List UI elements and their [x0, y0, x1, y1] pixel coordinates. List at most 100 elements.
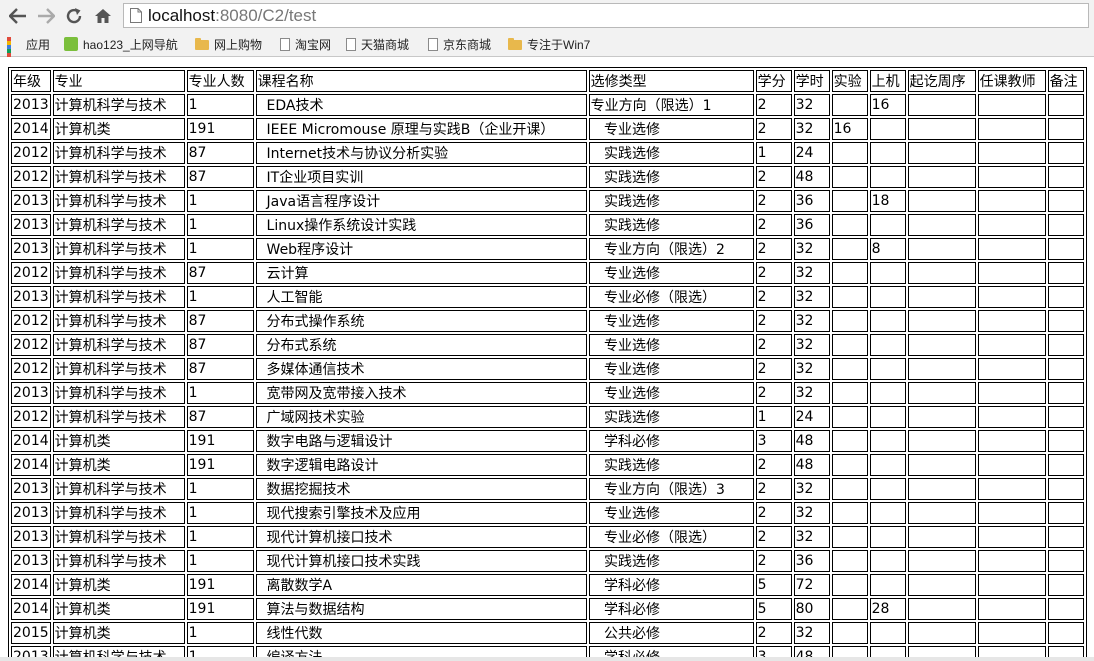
cell-teacher: [977, 94, 1046, 116]
cell-major: 计算机科学与技术: [52, 238, 185, 260]
cell-grade: 2014: [11, 574, 51, 596]
bookmark-label: 专注于Win7: [527, 37, 591, 52]
bookmark-win7[interactable]: 专注于Win7: [508, 35, 590, 53]
cell-grade: 2012: [11, 358, 51, 380]
cell-computer: [869, 430, 906, 452]
cell-course-name: Linux操作系统设计实践: [255, 214, 587, 236]
page-icon: [280, 37, 290, 51]
cell-elective-type: 学科必修: [588, 430, 754, 452]
cell-hours: 32: [793, 118, 830, 140]
cell-computer: [869, 262, 906, 284]
bookmark-taobao[interactable]: 淘宝网: [280, 35, 331, 53]
cell-elective-type: 学科必修: [588, 598, 754, 620]
cell-weeks: [907, 286, 976, 308]
hao123-icon: [64, 37, 78, 51]
cell-computer: [869, 526, 906, 548]
cell-teacher: [977, 118, 1046, 140]
cell-major: 计算机科学与技术: [52, 166, 185, 188]
cell-elective-type: 专业选修: [588, 118, 754, 140]
cell-course-name: 数字逻辑电路设计: [255, 454, 587, 476]
cell-computer: [869, 334, 906, 356]
cell-remarks: [1047, 334, 1084, 356]
cell-remarks: [1047, 262, 1084, 284]
bookmark-label: 淘宝网: [295, 37, 332, 52]
cell-course-name: Java语言程序设计: [255, 190, 587, 212]
bookmarks-bar: 应用 hao123_上网导航 网上购物 淘宝网 天猫商城 京东商城 专注于Win…: [0, 32, 1094, 73]
cell-weeks: [907, 454, 976, 476]
cell-remarks: [1047, 190, 1084, 212]
cell-remarks: [1047, 478, 1084, 500]
cell-lab: [831, 550, 868, 572]
cell-lab: 16: [831, 118, 868, 140]
cell-computer: [869, 502, 906, 524]
cell-major-count: 191: [186, 430, 254, 452]
bookmark-apps[interactable]: 应用: [7, 35, 50, 73]
col-header-credits: 学分: [755, 70, 792, 92]
cell-hours: 32: [793, 286, 830, 308]
bookmark-jd[interactable]: 京东商城: [428, 35, 491, 53]
bookmark-label: 京东商城: [443, 37, 492, 52]
cell-major: 计算机科学与技术: [52, 310, 185, 332]
table-row: 2013 计算机科学与技术 1 EDA技术 专业方向（限选）1 2 32 16: [11, 94, 1084, 116]
reload-icon[interactable]: [62, 4, 86, 28]
cell-course-name: Internet技术与协议分析实验: [255, 142, 587, 164]
cell-computer: [869, 214, 906, 236]
cell-major: 计算机科学与技术: [52, 142, 185, 164]
cell-grade: 2013: [11, 478, 51, 500]
cell-hours: 32: [793, 238, 830, 260]
back-arrow-icon[interactable]: [6, 4, 30, 28]
cell-computer: [869, 142, 906, 164]
cell-weeks: [907, 622, 976, 644]
col-header-hours: 学时: [793, 70, 830, 92]
cell-course-name: IEEE Micromouse 原理与实践B（企业开课）: [255, 118, 587, 140]
bookmark-shopping[interactable]: 网上购物: [195, 35, 262, 53]
cell-weeks: [907, 574, 976, 596]
course-table-body: 2013 计算机科学与技术 1 EDA技术 专业方向（限选）1 2 32 16 2014 计算机…: [11, 94, 1084, 661]
cell-weeks: [907, 214, 976, 236]
cell-computer: [869, 382, 906, 404]
cell-major: 计算机科学与技术: [52, 94, 185, 116]
cell-course-name: 人工智能: [255, 286, 587, 308]
cell-remarks: [1047, 598, 1084, 620]
cell-major-count: 87: [186, 142, 254, 164]
cell-credits: 5: [755, 598, 792, 620]
cell-weeks: [907, 118, 976, 140]
table-row: 2013 计算机科学与技术 1 数据挖掘技术 专业方向（限选）3 2 32: [11, 478, 1084, 500]
cell-teacher: [977, 238, 1046, 260]
cell-grade: 2013: [11, 526, 51, 548]
cell-teacher: [977, 574, 1046, 596]
cell-course-name: 现代计算机接口技术: [255, 526, 587, 548]
home-icon[interactable]: [91, 4, 115, 28]
forward-arrow-icon[interactable]: [34, 4, 58, 28]
cell-course-name: 算法与数据结构: [255, 598, 587, 620]
cell-major: 计算机类: [52, 598, 185, 620]
cell-hours: 32: [793, 310, 830, 332]
bookmark-tmall[interactable]: 天猫商城: [346, 35, 409, 53]
cell-elective-type: 专业选修: [588, 310, 754, 332]
cell-major-count: 191: [186, 574, 254, 596]
cell-weeks: [907, 502, 976, 524]
cell-course-name: 离散数学A: [255, 574, 587, 596]
table-row: 2012 计算机科学与技术 87 广域网技术实验 实践选修 1 24: [11, 406, 1084, 428]
cell-course-name: 分布式操作系统: [255, 310, 587, 332]
bookmark-hao123[interactable]: hao123_上网导航: [64, 35, 178, 53]
cell-credits: 2: [755, 214, 792, 236]
cell-elective-type: 专业选修: [588, 262, 754, 284]
cell-computer: 16: [869, 94, 906, 116]
table-row: 2014 计算机类 191 算法与数据结构 学科必修 5 80 28: [11, 598, 1084, 620]
cell-remarks: [1047, 358, 1084, 380]
cell-major-count: 191: [186, 118, 254, 140]
cell-computer: [869, 622, 906, 644]
cell-weeks: [907, 238, 976, 260]
cell-major-count: 191: [186, 454, 254, 476]
cell-teacher: [977, 166, 1046, 188]
address-bar[interactable]: localhost:8080/C2/test: [123, 3, 1089, 28]
page-content: 年级 专业 专业人数 课程名称 选修类型 学分 学时 实验 上机 起讫周序 任课…: [0, 57, 1094, 661]
cell-credits: 2: [755, 166, 792, 188]
cell-major-count: 1: [186, 526, 254, 548]
cell-course-name: 宽带网及宽带接入技术: [255, 382, 587, 404]
cell-grade: 2015: [11, 622, 51, 644]
cell-remarks: [1047, 238, 1084, 260]
horizontal-scrollbar[interactable]: [0, 657, 1094, 661]
cell-teacher: [977, 550, 1046, 572]
